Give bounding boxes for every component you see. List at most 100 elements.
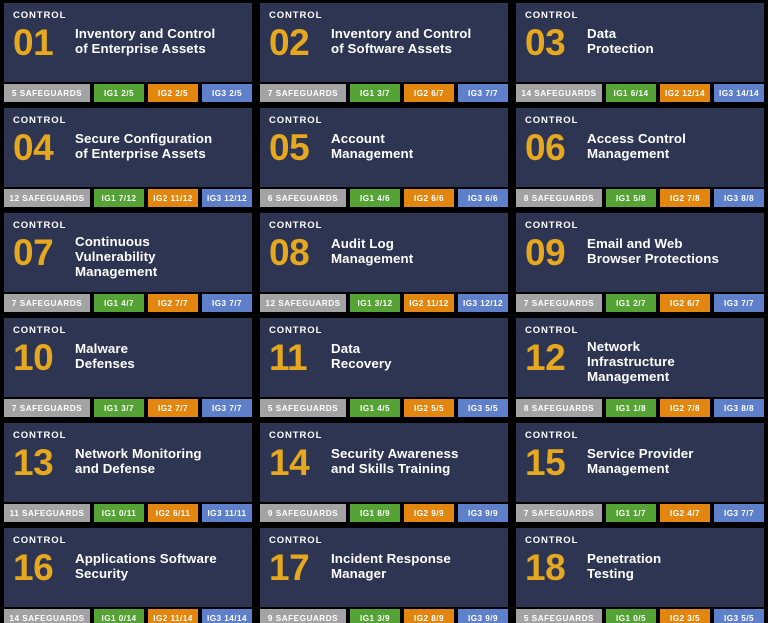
safeguards-count-badge[interactable]: 7 SAFEGUARDS — [516, 294, 602, 312]
control-card[interactable]: CONTROL 02 Inventory and Control of Softwar… — [256, 0, 512, 105]
safeguards-count-badge[interactable]: 7 SAFEGUARDS — [516, 504, 602, 522]
control-eyebrow-label: CONTROL — [525, 325, 579, 336]
safeguards-count-badge[interactable]: 5 SAFEGUARDS — [4, 84, 90, 102]
control-title-line: Email and Web — [587, 236, 683, 251]
control-card[interactable]: CONTROL 12 Network Infrastructure Management… — [512, 315, 768, 420]
ig1-badge[interactable]: IG1 3/12 — [350, 294, 400, 312]
ig3-badge[interactable]: IG3 7/7 — [458, 84, 508, 102]
safeguards-count-badge[interactable]: 8 SAFEGUARDS — [516, 189, 602, 207]
ig2-badge[interactable]: IG2 6/7 — [404, 84, 454, 102]
safeguards-count-badge[interactable]: 7 SAFEGUARDS — [4, 399, 90, 417]
ig1-badge[interactable]: IG1 8/9 — [350, 504, 400, 522]
ig2-badge[interactable]: IG2 12/14 — [660, 84, 710, 102]
ig3-badge[interactable]: IG3 5/5 — [714, 609, 764, 623]
safeguards-count-badge[interactable]: 5 SAFEGUARDS — [260, 399, 346, 417]
control-eyebrow-label: CONTROL — [525, 220, 579, 231]
ig3-badge[interactable]: IG3 12/12 — [458, 294, 508, 312]
ig2-badge[interactable]: IG2 11/12 — [148, 189, 198, 207]
ig2-badge[interactable]: IG2 11/12 — [404, 294, 454, 312]
control-title-line: Vulnerability — [75, 249, 156, 265]
control-card[interactable]: CONTROL 09 Email and Web Browser Protection… — [512, 210, 768, 315]
control-card[interactable]: CONTROL 06 Access Control Management 8 SAFEG… — [512, 105, 768, 210]
control-card[interactable]: CONTROL 15 Service Provider Management 7 SAF… — [512, 420, 768, 525]
ig1-badge[interactable]: IG1 7/12 — [94, 189, 144, 207]
ig1-badge[interactable]: IG1 1/7 — [606, 504, 656, 522]
safeguards-count-badge[interactable]: 14 SAFEGUARDS — [4, 609, 90, 623]
ig3-badge[interactable]: IG3 9/9 — [458, 609, 508, 623]
ig1-badge[interactable]: IG1 5/8 — [606, 189, 656, 207]
ig2-badge[interactable]: IG2 6/6 — [404, 189, 454, 207]
ig1-badge[interactable]: IG1 0/5 — [606, 609, 656, 623]
ig2-badge[interactable]: IG2 6/7 — [660, 294, 710, 312]
control-card[interactable]: CONTROL 01 Inventory and Control of Enterpr… — [0, 0, 256, 105]
control-card[interactable]: CONTROL 16 Applications Software Security 14… — [0, 525, 256, 623]
control-title-line: Secure Configuration — [75, 131, 213, 146]
ig2-badge[interactable]: IG2 5/5 — [404, 399, 454, 417]
ig3-badge[interactable]: IG3 7/7 — [714, 504, 764, 522]
control-card[interactable]: CONTROL 04 Secure Configuration of Enterpri… — [0, 105, 256, 210]
ig3-badge[interactable]: IG3 8/8 — [714, 189, 764, 207]
ig1-badge[interactable]: IG1 3/7 — [94, 399, 144, 417]
control-card-body: CONTROL 15 Service Provider Management — [516, 423, 764, 502]
safeguards-count-badge[interactable]: 8 SAFEGUARDS — [516, 399, 602, 417]
control-badge-row: 7 SAFEGUARDS IG1 4/7 IG2 7/7 IG3 7/7 — [4, 294, 252, 312]
safeguards-count-badge[interactable]: 9 SAFEGUARDS — [260, 504, 346, 522]
ig3-badge[interactable]: IG3 12/12 — [202, 189, 252, 207]
ig2-badge[interactable]: IG2 7/7 — [148, 294, 198, 312]
safeguards-count-badge[interactable]: 6 SAFEGUARDS — [260, 189, 346, 207]
ig1-badge[interactable]: IG1 4/5 — [350, 399, 400, 417]
ig3-badge[interactable]: IG3 7/7 — [714, 294, 764, 312]
ig1-badge[interactable]: IG1 3/7 — [350, 84, 400, 102]
control-card[interactable]: CONTROL 13 Network Monitoring and Defense 11… — [0, 420, 256, 525]
ig3-badge[interactable]: IG3 5/5 — [458, 399, 508, 417]
control-card[interactable]: CONTROL 10 Malware Defenses 7 SAFEGUARDS IG1 … — [0, 315, 256, 420]
safeguards-count-badge[interactable]: 9 SAFEGUARDS — [260, 609, 346, 623]
safeguards-count-badge[interactable]: 12 SAFEGUARDS — [260, 294, 346, 312]
ig2-badge[interactable]: IG2 7/8 — [660, 399, 710, 417]
ig2-badge[interactable]: IG2 6/11 — [148, 504, 198, 522]
control-badge-row: 7 SAFEGUARDS IG1 2/7 IG2 6/7 IG3 7/7 — [516, 294, 764, 312]
ig1-badge[interactable]: IG1 1/8 — [606, 399, 656, 417]
ig1-badge[interactable]: IG1 4/7 — [94, 294, 144, 312]
ig3-badge[interactable]: IG3 14/14 — [714, 84, 764, 102]
ig1-badge[interactable]: IG1 2/5 — [94, 84, 144, 102]
ig3-badge[interactable]: IG3 8/8 — [714, 399, 764, 417]
control-card-body: CONTROL 03 Data Protection — [516, 3, 764, 82]
safeguards-count-badge[interactable]: 11 SAFEGUARDS — [4, 504, 90, 522]
ig3-badge[interactable]: IG3 7/7 — [202, 399, 252, 417]
ig2-badge[interactable]: IG2 9/9 — [404, 504, 454, 522]
control-card[interactable]: CONTROL 11 Data Recovery 5 SAFEGUARDS IG1 4/5… — [256, 315, 512, 420]
control-card[interactable]: CONTROL 07 Continuous Vulnerability Manageme… — [0, 210, 256, 315]
control-card[interactable]: CONTROL 03 Data Protection 14 SAFEGUARDS IG1 … — [512, 0, 768, 105]
ig1-badge[interactable]: IG1 3/9 — [350, 609, 400, 623]
control-card[interactable]: CONTROL 05 Account Management 6 SAFEGUARDS IG… — [256, 105, 512, 210]
ig2-badge[interactable]: IG2 3/5 — [660, 609, 710, 623]
ig3-badge[interactable]: IG3 9/9 — [458, 504, 508, 522]
safeguards-count-badge[interactable]: 14 SAFEGUARDS — [516, 84, 602, 102]
ig2-badge[interactable]: IG2 7/7 — [148, 399, 198, 417]
control-badge-row: 8 SAFEGUARDS IG1 1/8 IG2 7/8 IG3 8/8 — [516, 399, 764, 417]
ig1-badge[interactable]: IG1 0/14 — [94, 609, 144, 623]
control-card[interactable]: CONTROL 14 Security Awareness and Skills Tr… — [256, 420, 512, 525]
safeguards-count-badge[interactable]: 5 SAFEGUARDS — [516, 609, 602, 623]
ig1-badge[interactable]: IG1 2/7 — [606, 294, 656, 312]
ig2-badge[interactable]: IG2 11/14 — [148, 609, 198, 623]
ig1-badge[interactable]: IG1 0/11 — [94, 504, 144, 522]
ig2-badge[interactable]: IG2 4/7 — [660, 504, 710, 522]
safeguards-count-badge[interactable]: 7 SAFEGUARDS — [260, 84, 346, 102]
control-card[interactable]: CONTROL 17 Incident Response Manager 9 SAFEG… — [256, 525, 512, 623]
ig2-badge[interactable]: IG2 2/5 — [148, 84, 198, 102]
ig2-badge[interactable]: IG2 8/9 — [404, 609, 454, 623]
safeguards-count-badge[interactable]: 12 SAFEGUARDS — [4, 189, 90, 207]
ig3-badge[interactable]: IG3 14/14 — [202, 609, 252, 623]
control-card[interactable]: CONTROL 08 Audit Log Management 12 SAFEGUARD… — [256, 210, 512, 315]
ig3-badge[interactable]: IG3 6/6 — [458, 189, 508, 207]
ig1-badge[interactable]: IG1 4/6 — [350, 189, 400, 207]
ig2-badge[interactable]: IG2 7/8 — [660, 189, 710, 207]
control-card[interactable]: CONTROL 18 Penetration Testing 5 SAFEGUARDS I… — [512, 525, 768, 623]
safeguards-count-badge[interactable]: 7 SAFEGUARDS — [4, 294, 90, 312]
ig3-badge[interactable]: IG3 2/5 — [202, 84, 252, 102]
ig3-badge[interactable]: IG3 11/11 — [202, 504, 252, 522]
ig1-badge[interactable]: IG1 6/14 — [606, 84, 656, 102]
ig3-badge[interactable]: IG3 7/7 — [202, 294, 252, 312]
